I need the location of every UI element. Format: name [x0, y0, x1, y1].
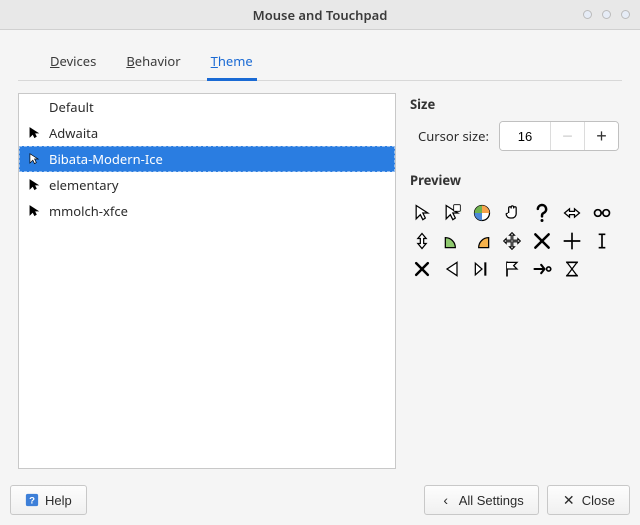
side-panel: Size Cursor size: − + Preview — [410, 93, 622, 469]
link-icon — [590, 201, 614, 225]
flag-icon — [500, 257, 524, 281]
close-x-icon — [410, 257, 434, 281]
content: Default Adwaita Bibata-Modern-Ice elementar… — [18, 93, 622, 469]
play-left-icon — [440, 257, 464, 281]
window-controls — [583, 10, 630, 19]
move-icon — [500, 229, 524, 253]
all-settings-label: All Settings — [459, 493, 524, 508]
window: Mouse and Touchpad Devices Behavior Them… — [0, 0, 640, 525]
preview-grid — [410, 197, 622, 281]
cursor-size-spinner[interactable]: − + — [499, 121, 619, 151]
chevron-left-icon: ‹ — [439, 493, 453, 507]
cursor-theme-icon — [27, 100, 41, 114]
all-settings-button[interactable]: ‹ All Settings — [424, 485, 539, 515]
theme-row[interactable]: Adwaita — [19, 120, 395, 146]
resize-horizontal-icon — [560, 201, 584, 225]
cursor-size-input[interactable] — [500, 122, 550, 150]
theme-row[interactable]: mmolch-xfce — [19, 198, 395, 224]
blank-icon — [590, 257, 614, 281]
close-label: Close — [582, 493, 615, 508]
help-button-label: Help — [45, 493, 72, 508]
titlebar: Mouse and Touchpad — [0, 0, 640, 30]
window-title: Mouse and Touchpad — [253, 6, 388, 24]
pointer-icon — [410, 201, 434, 225]
text-cursor-icon — [590, 229, 614, 253]
resize-corner-bl-icon — [440, 229, 464, 253]
pointer-copy-icon — [440, 201, 464, 225]
cursor-theme-icon — [27, 126, 41, 140]
help-icon — [530, 201, 554, 225]
svg-text:?: ? — [29, 496, 35, 507]
theme-list[interactable]: Default Adwaita Bibata-Modern-Ice elementar… — [18, 93, 396, 469]
hourglass-icon — [560, 257, 584, 281]
cursor-size-decrease-button[interactable]: − — [550, 122, 584, 150]
help-button[interactable]: ? Help — [10, 485, 87, 515]
crosshair-icon — [560, 229, 584, 253]
theme-name: mmolch-xfce — [49, 202, 128, 220]
cursor-theme-icon — [27, 204, 41, 218]
theme-row[interactable]: Bibata-Modern-Ice — [19, 146, 395, 172]
theme-row[interactable]: elementary — [19, 172, 395, 198]
maximize-icon[interactable] — [602, 10, 611, 19]
not-allowed-icon — [530, 229, 554, 253]
tab-theme[interactable]: Theme — [209, 46, 255, 80]
tabbar: Devices Behavior Theme — [18, 36, 622, 81]
cursor-theme-icon — [27, 178, 41, 192]
theme-name: Adwaita — [49, 124, 98, 142]
close-window-icon[interactable] — [621, 10, 630, 19]
cursor-size-increase-button[interactable]: + — [584, 122, 618, 150]
tab-behavior[interactable]: Behavior — [124, 46, 182, 80]
resize-corner-br-icon — [470, 229, 494, 253]
footer: ? Help ‹ All Settings ✕ Close — [0, 477, 640, 525]
cursor-theme-icon — [27, 152, 41, 166]
close-button[interactable]: ✕ Close — [547, 485, 630, 515]
theme-row[interactable]: Default — [19, 94, 395, 120]
close-icon: ✕ — [562, 493, 576, 507]
skip-icon — [470, 257, 494, 281]
preview-section-title: Preview — [410, 171, 622, 189]
hand-icon — [500, 201, 524, 225]
tab-devices[interactable]: Devices — [48, 46, 98, 80]
theme-name: elementary — [49, 176, 119, 194]
minimize-icon[interactable] — [583, 10, 592, 19]
theme-name: Default — [49, 98, 94, 116]
resize-vertical-icon — [410, 229, 434, 253]
cursor-size-label: Cursor size: — [418, 127, 489, 145]
size-section-title: Size — [410, 95, 622, 113]
size-row: Cursor size: − + — [418, 121, 622, 151]
arrow-right-icon — [530, 257, 554, 281]
busy-icon — [470, 201, 494, 225]
help-icon: ? — [25, 493, 39, 507]
theme-name: Bibata-Modern-Ice — [49, 150, 163, 168]
